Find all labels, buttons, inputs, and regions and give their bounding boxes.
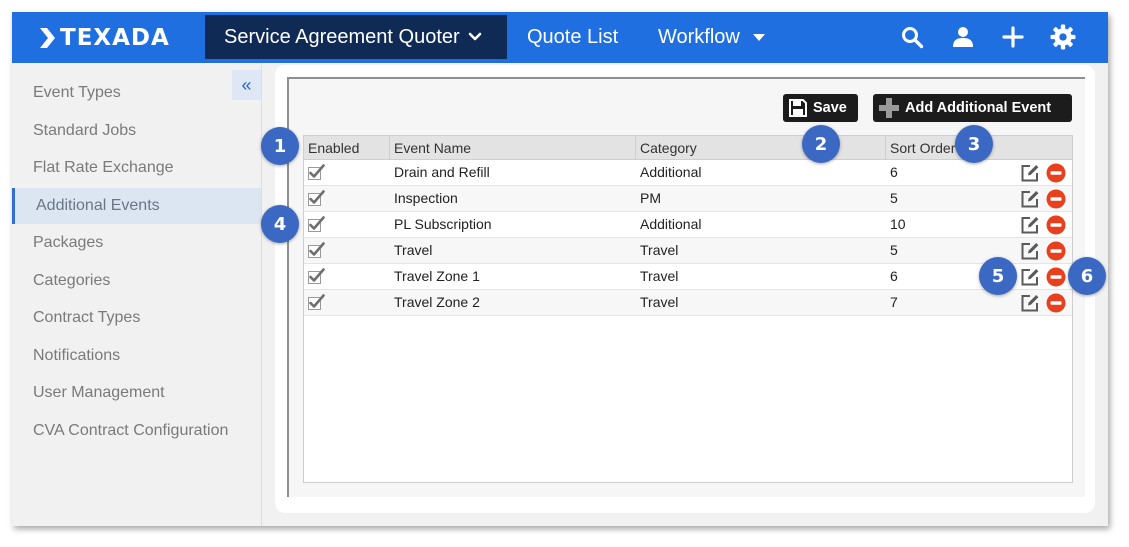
- floppy-disk-icon: [789, 99, 807, 117]
- remove-icon[interactable]: [1046, 293, 1066, 313]
- nav-quote-list-label: Quote List: [527, 25, 619, 48]
- edit-icon[interactable]: [1020, 189, 1040, 209]
- table-row[interactable]: Inspection PM 5: [304, 186, 1072, 212]
- table-row[interactable]: Travel Zone 2 Travel 7: [304, 290, 1072, 316]
- chevron-down-icon: [468, 32, 481, 41]
- callout-4: 4: [261, 205, 299, 243]
- edit-icon[interactable]: [1020, 293, 1040, 313]
- event-name-cell: Drain and Refill: [394, 164, 490, 180]
- sort-order-cell: 6: [890, 164, 898, 180]
- logo-chevron-icon: [40, 28, 55, 48]
- callout-6: 6: [1068, 257, 1106, 295]
- sidebar-item-label: Categories: [33, 271, 111, 289]
- enabled-checkbox-icon[interactable]: [308, 242, 325, 258]
- remove-icon[interactable]: [1046, 215, 1066, 235]
- edit-icon[interactable]: [1020, 215, 1040, 235]
- enabled-checkbox-icon[interactable]: [308, 294, 325, 310]
- edit-icon[interactable]: [1020, 241, 1040, 261]
- sidebar-item-flat-rate-exchange[interactable]: Flat Rate Exchange: [12, 150, 261, 186]
- remove-icon[interactable]: [1046, 189, 1066, 209]
- sidebar-item-contract-types[interactable]: Contract Types: [12, 300, 261, 336]
- sidebar-item-label: CVA Contract Configuration: [33, 421, 229, 439]
- sidebar-item-label: Contract Types: [33, 309, 141, 326]
- table-row[interactable]: PL Subscription Additional 10: [304, 212, 1072, 238]
- sidebar-item-label: Additional Events: [36, 196, 160, 214]
- sidebar-item-additional-events[interactable]: Additional Events: [12, 187, 261, 224]
- enabled-checkbox-icon[interactable]: [308, 216, 325, 232]
- sidebar-item-user-management[interactable]: User Management: [12, 375, 261, 411]
- sort-order-cell: 5: [890, 190, 898, 206]
- sidebar-item-event-types[interactable]: Event Types: [12, 75, 261, 111]
- add-button-label: Add Additional Event: [905, 100, 1052, 116]
- texada-logo[interactable]: TEXADA: [38, 24, 170, 52]
- sidebar-item-standard-jobs[interactable]: Standard Jobs: [12, 113, 261, 149]
- category-cell: Travel: [640, 242, 679, 258]
- sidebar-item-packages[interactable]: Packages: [12, 225, 261, 261]
- category-cell: Travel: [640, 268, 679, 284]
- callout-2: 2: [802, 125, 840, 163]
- caret-down-icon: [752, 34, 765, 41]
- table-row[interactable]: Travel Zone 1 Travel 6: [304, 264, 1072, 290]
- nav-workflow[interactable]: Workflow: [658, 15, 766, 59]
- table-row[interactable]: Drain and Refill Additional 6: [304, 160, 1072, 186]
- sidebar-item-categories[interactable]: Categories: [12, 263, 261, 299]
- sidebar-item-label: Event Types: [33, 84, 121, 101]
- top-navigation-bar: TEXADA Service Agreement Quoter Quote Li…: [12, 12, 1108, 63]
- save-button-label: Save: [813, 100, 847, 116]
- nav-active-label: Service Agreement Quoter: [224, 25, 460, 48]
- category-cell: Additional: [640, 164, 702, 180]
- table-row[interactable]: Travel Travel 5: [304, 238, 1072, 264]
- column-header-category[interactable]: Category: [636, 136, 886, 160]
- plus-icon[interactable]: [1001, 25, 1025, 49]
- sidebar: « Event Types Standard Jobs Flat Rate Exch…: [12, 63, 262, 526]
- column-header-event-name[interactable]: Event Name: [390, 136, 636, 160]
- save-button[interactable]: Save: [783, 94, 858, 122]
- user-icon[interactable]: [951, 25, 975, 49]
- sidebar-item-cva-contract-configuration[interactable]: CVA Contract Configuration: [12, 413, 261, 449]
- event-name-cell: Inspection: [394, 190, 458, 206]
- logo-text: TEXADA: [60, 25, 170, 51]
- enabled-checkbox-icon[interactable]: [308, 164, 325, 180]
- remove-icon[interactable]: [1046, 267, 1066, 287]
- sort-order-cell: 10: [890, 216, 906, 232]
- sidebar-item-label: Flat Rate Exchange: [33, 159, 174, 176]
- gear-icon[interactable]: [1050, 24, 1076, 50]
- remove-icon[interactable]: [1046, 241, 1066, 261]
- callout-1: 1: [261, 127, 299, 165]
- events-grid: Enabled Event Name Category Sort Order D…: [303, 135, 1073, 483]
- nav-workflow-label: Workflow: [658, 25, 740, 48]
- event-name-cell: Travel Zone 2: [394, 294, 480, 310]
- search-icon[interactable]: [900, 25, 924, 49]
- category-cell: PM: [640, 190, 661, 206]
- sidebar-item-notifications[interactable]: Notifications: [12, 338, 261, 374]
- callout-5: 5: [979, 257, 1017, 295]
- category-cell: Travel: [640, 294, 679, 310]
- sidebar-item-label: Standard Jobs: [33, 121, 137, 139]
- remove-icon[interactable]: [1046, 163, 1066, 183]
- category-cell: Additional: [640, 216, 702, 232]
- callout-3: 3: [955, 125, 993, 163]
- plus-icon: [879, 98, 899, 118]
- enabled-checkbox-icon[interactable]: [308, 190, 325, 206]
- nav-service-agreement-quoter[interactable]: Service Agreement Quoter: [205, 15, 507, 59]
- event-name-cell: Travel: [394, 242, 433, 258]
- add-additional-event-button[interactable]: Add Additional Event: [873, 94, 1072, 122]
- edit-icon[interactable]: [1020, 163, 1040, 183]
- nav-quote-list[interactable]: Quote List: [527, 15, 618, 59]
- sidebar-item-label: User Management: [33, 384, 165, 401]
- edit-icon[interactable]: [1020, 267, 1040, 287]
- event-name-cell: PL Subscription: [394, 216, 492, 232]
- sidebar-item-label: Notifications: [33, 346, 121, 364]
- sidebar-item-label: Packages: [33, 234, 104, 251]
- event-name-cell: Travel Zone 1: [394, 268, 480, 284]
- sort-order-cell: 7: [890, 294, 898, 310]
- enabled-checkbox-icon[interactable]: [308, 268, 325, 284]
- column-header-enabled[interactable]: Enabled: [304, 136, 390, 160]
- app-window: TEXADA Service Agreement Quoter Quote Li…: [12, 12, 1108, 526]
